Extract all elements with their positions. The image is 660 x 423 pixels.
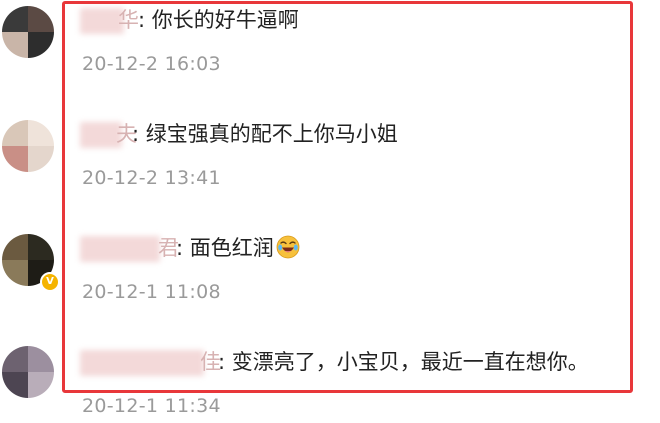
comment-timestamp: 20-12-1 11:08 bbox=[82, 281, 221, 303]
avatar[interactable] bbox=[2, 346, 54, 398]
comment-timestamp: 20-12-2 13:41 bbox=[82, 167, 221, 189]
comment-text-content: : 面色红润 bbox=[176, 236, 274, 260]
username-blurred[interactable] bbox=[80, 236, 160, 262]
comment-text: : 面色红润 bbox=[176, 234, 300, 262]
laughing-tears-emoji-icon bbox=[276, 235, 300, 259]
comment-text: : 绿宝强真的配不上你马小姐 bbox=[132, 122, 398, 146]
comment-timestamp: 20-12-2 16:03 bbox=[82, 53, 221, 75]
comment-list-screen: 华 : 你长的好牛逼啊 20-12-2 16:03 夫 : 绿宝强真的配不上你马… bbox=[0, 0, 660, 423]
avatar[interactable] bbox=[2, 6, 54, 58]
comment-timestamp: 20-12-1 11:34 bbox=[82, 395, 221, 417]
comment-text: : 你长的好牛逼啊 bbox=[138, 8, 299, 32]
username-blurred[interactable] bbox=[80, 350, 204, 376]
username-tail[interactable]: 华 bbox=[118, 6, 139, 34]
avatar[interactable] bbox=[2, 120, 54, 172]
comment-text: : 变漂亮了，小宝贝，最近一直在想你。 bbox=[218, 350, 589, 374]
verified-badge-icon: V bbox=[40, 272, 60, 292]
